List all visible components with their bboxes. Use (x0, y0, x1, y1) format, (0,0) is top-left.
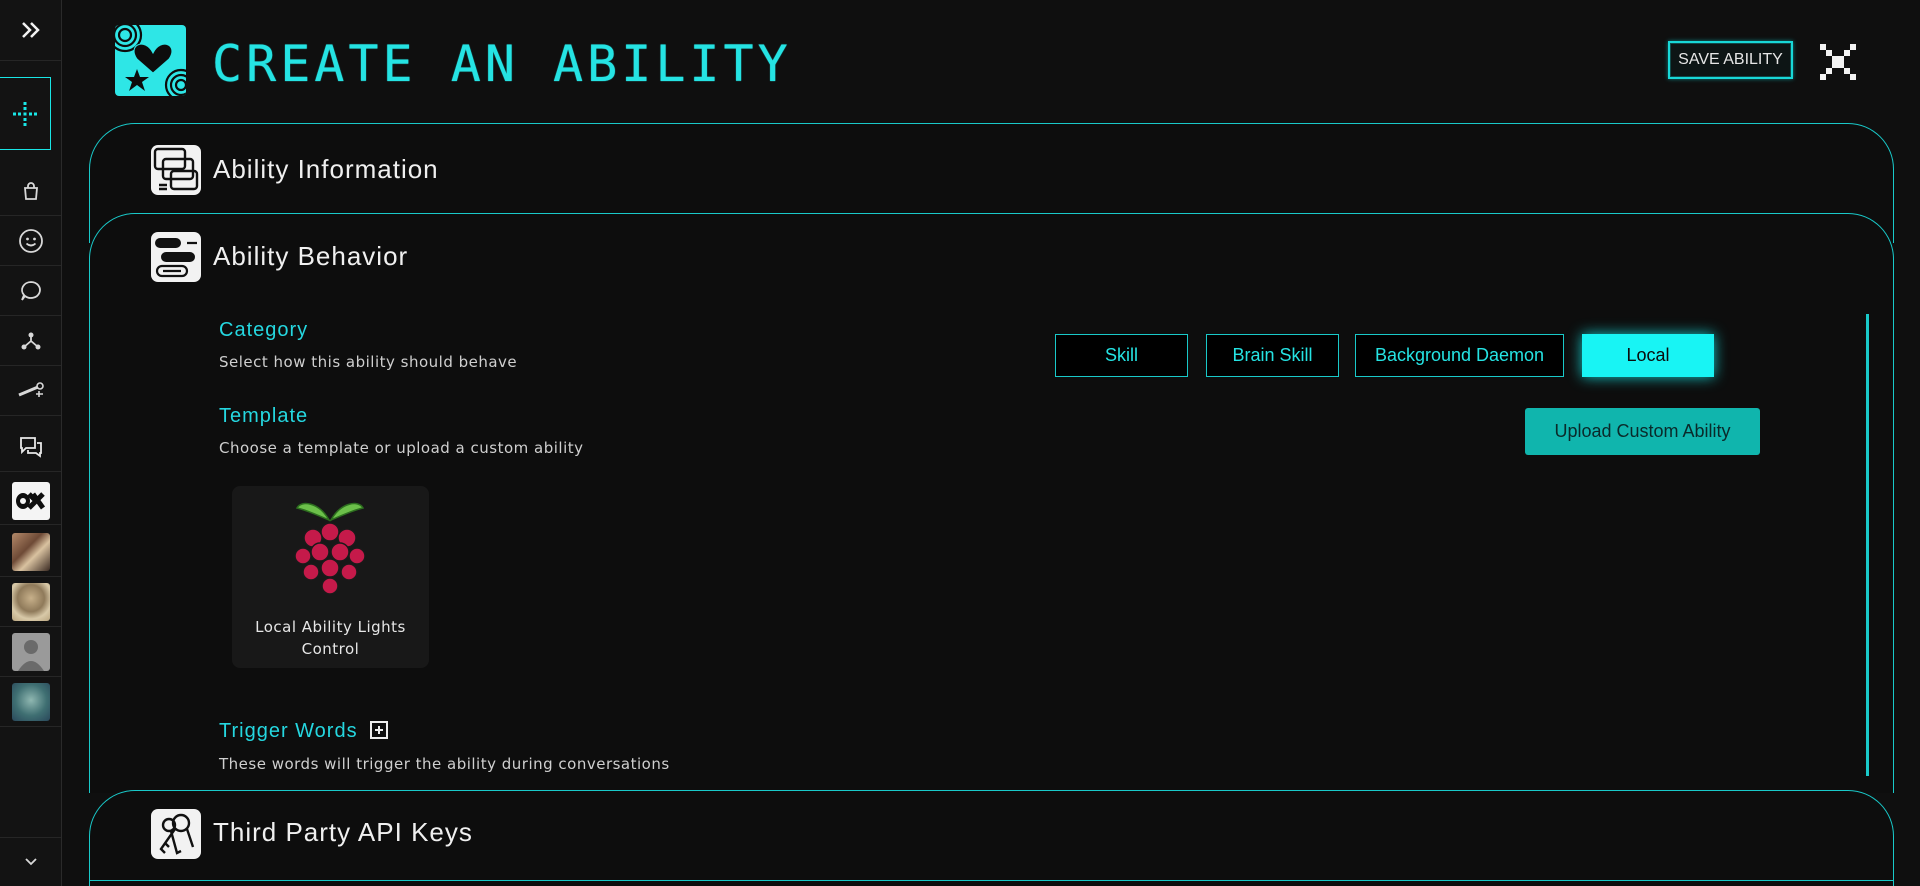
category-description: Select how this ability should behave (219, 353, 518, 371)
upload-custom-ability-button[interactable]: Upload Custom Ability (1525, 408, 1760, 455)
behavior-icon (151, 232, 201, 282)
double-chevron-right-icon (21, 22, 40, 38)
scrollbar[interactable] (1866, 314, 1869, 776)
panel-title-third-party-api-keys: Third Party API Keys (213, 817, 473, 847)
tools-icon (17, 381, 44, 397)
sidebar-item-messages[interactable] (0, 422, 61, 472)
sidebar-avatar-3[interactable] (0, 627, 61, 677)
chat-bubble-icon (20, 280, 41, 301)
expand-sidebar-button[interactable] (0, 0, 61, 61)
sidebar-item-personality[interactable] (0, 216, 61, 266)
avatar (11, 682, 50, 721)
sidebar-avatar-4[interactable] (0, 677, 61, 727)
shopping-bag-icon (23, 181, 38, 200)
avatar-placeholder (11, 632, 50, 671)
trigger-words-description: These words will trigger the ability dur… (219, 755, 670, 773)
sidebar-item-network[interactable] (0, 316, 61, 366)
panel-title-ability-behavior: Ability Behavior (213, 241, 409, 271)
avatar (11, 582, 50, 621)
panel-bottom-border (89, 880, 1894, 881)
template-label: Template (219, 405, 309, 427)
sidebar-item-chat[interactable] (0, 266, 61, 316)
trigger-words-label: Trigger Words (219, 720, 358, 742)
category-option-background-daemon[interactable]: Background Daemon (1355, 334, 1564, 377)
close-button[interactable] (1818, 42, 1858, 82)
page-title: CREATE AN ABILITY (212, 35, 792, 93)
add-icon (13, 101, 37, 126)
template-card-local-lights[interactable]: Local Ability Lights Control (232, 486, 429, 668)
raspberry-pi-icon (294, 502, 366, 595)
network-icon (21, 332, 40, 349)
category-option-local[interactable]: Local (1582, 334, 1714, 377)
template-description: Choose a template or upload a custom abi… (219, 439, 584, 457)
sidebar-item-tools[interactable] (0, 366, 61, 416)
ok-logo-icon (11, 481, 50, 520)
third-party-api-keys-panel[interactable]: Third Party API Keys (89, 790, 1894, 886)
sidebar (0, 0, 62, 886)
avatar (11, 532, 50, 571)
chevron-down-icon (24, 858, 37, 866)
smiley-icon (18, 228, 43, 253)
save-ability-button[interactable]: SAVE ABILITY (1668, 41, 1793, 79)
keys-icon (151, 809, 201, 859)
template-card-name: Local Ability Lights Control (255, 618, 406, 658)
category-option-skill[interactable]: Skill (1055, 334, 1188, 377)
category-label: Category (219, 319, 309, 341)
circuit-board-icon (151, 145, 201, 195)
add-button[interactable] (0, 77, 51, 150)
sidebar-avatar-2[interactable] (0, 577, 61, 627)
panel-title-ability-information: Ability Information (213, 154, 439, 184)
sidebar-collapse-button[interactable] (0, 837, 61, 886)
sidebar-item-store[interactable] (0, 166, 61, 216)
sidebar-avatar-ok[interactable] (0, 477, 61, 525)
sidebar-avatar-1[interactable] (0, 527, 61, 577)
messages-icon (19, 436, 42, 458)
app-logo (115, 25, 186, 96)
close-icon (1820, 44, 1856, 80)
add-trigger-word-button[interactable] (370, 721, 388, 739)
category-option-brain-skill[interactable]: Brain Skill (1206, 334, 1339, 377)
